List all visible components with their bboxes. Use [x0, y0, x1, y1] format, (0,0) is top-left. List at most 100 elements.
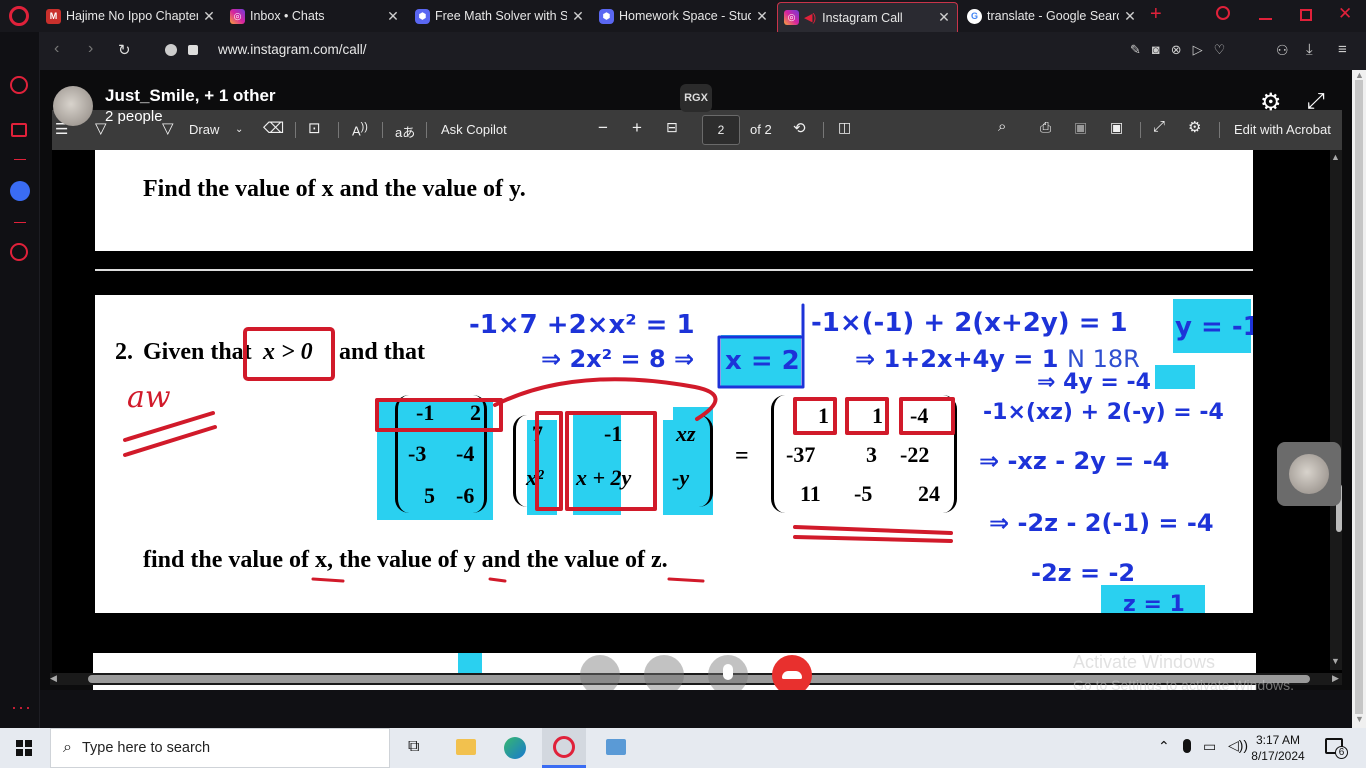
minimize-icon[interactable] [1259, 18, 1272, 20]
page-view-icon[interactable]: ◫ [838, 119, 851, 136]
close-icon[interactable]: ✕ [755, 8, 769, 25]
edit-with-acrobat-button[interactable]: Edit with Acrobat [1234, 122, 1331, 137]
eraser-icon[interactable]: ⌫ [263, 119, 284, 137]
draw-icon[interactable]: ▽ [162, 119, 174, 137]
tab-instagram-call[interactable]: ◎ ◀) Instagram Call ✕ [777, 2, 958, 32]
microphone-tray-icon[interactable] [1183, 739, 1191, 753]
history-icon[interactable] [10, 243, 28, 261]
expand-icon[interactable]: ⤢ [1307, 88, 1325, 114]
tab-title: translate - Google Search [987, 9, 1119, 23]
vpn-icon[interactable] [165, 44, 177, 56]
translate-icon[interactable]: aあ [395, 122, 415, 141]
close-icon[interactable]: ✕ [202, 8, 216, 25]
zoom-in-icon[interactable]: + [632, 118, 642, 138]
menu-icon[interactable]: ≡ [1338, 41, 1347, 58]
search-tabs-icon[interactable] [1216, 6, 1230, 20]
zoom-out-icon[interactable]: − [598, 118, 608, 138]
settings-icon[interactable]: ⚙ [1188, 118, 1201, 136]
print-icon[interactable]: ⎙ [1040, 119, 1051, 136]
network-icon[interactable]: ▭ [1203, 738, 1216, 755]
restore-icon[interactable] [1300, 9, 1312, 21]
taskbar-search[interactable]: ⌕ Type here to search [50, 728, 390, 768]
scroll-up-icon[interactable]: ▲ [1355, 70, 1364, 80]
more-icon[interactable]: ··· [11, 697, 32, 718]
back-icon[interactable]: ‹ [54, 40, 59, 58]
download-icon[interactable]: ⤓ [1306, 41, 1313, 58]
close-icon[interactable]: ✕ [386, 8, 400, 25]
rotate-icon[interactable]: ⟲ [793, 119, 806, 137]
forward-icon[interactable]: › [88, 40, 93, 58]
chevron-down-icon[interactable]: ⌄ [235, 124, 243, 135]
tab-title: Hajime No Ippo Chapter [66, 9, 198, 23]
edge-icon[interactable] [504, 737, 526, 759]
activate-windows-subtitle: Go to Settings to activate Windows. [1073, 677, 1294, 690]
search-icon[interactable]: ⌕ [998, 118, 1006, 135]
url-field[interactable]: www.instagram.com/call/ [218, 42, 367, 57]
clock-date: 8/17/2024 [1251, 749, 1305, 763]
tab-translate[interactable]: G translate - Google Search ✕ [967, 4, 1137, 28]
divider [295, 122, 296, 138]
heart-icon[interactable]: ♡ [1214, 42, 1237, 57]
participant-count[interactable]: 2 people [105, 108, 163, 125]
tab-homework[interactable]: ⬢ Homework Space - Stud ✕ [599, 4, 769, 28]
google-icon: G [967, 8, 982, 24]
instagram-icon: ◎ [230, 8, 245, 24]
scroll-up-icon[interactable]: ▲ [1331, 152, 1340, 162]
save-as-icon[interactable]: ▣ [1110, 119, 1123, 136]
self-avatar [1289, 454, 1329, 494]
new-tab-button[interactable]: + [1150, 3, 1162, 26]
end-call-button[interactable] [772, 655, 812, 690]
lock-icon[interactable] [188, 45, 198, 55]
tab-math-solver[interactable]: ⬢ Free Math Solver with St ✕ [415, 4, 585, 28]
screen-share-button[interactable] [580, 655, 620, 690]
app-icon[interactable] [606, 739, 626, 755]
opera-taskbar-icon[interactable] [542, 728, 586, 768]
text-box-icon[interactable]: ⊡ [308, 119, 321, 137]
page-number-input[interactable]: 2 [702, 115, 740, 145]
close-window-icon[interactable]: ✕ [1338, 4, 1352, 24]
close-icon[interactable]: ✕ [1123, 8, 1137, 25]
speaker-icon[interactable]: ◀) [804, 11, 816, 24]
notifications-button[interactable]: 6 [1325, 738, 1348, 759]
block-icon[interactable]: ⊗ [1171, 42, 1193, 57]
windows-start-icon[interactable] [16, 740, 32, 756]
instagram-icon: ◎ [784, 10, 799, 25]
fullscreen-icon[interactable]: ⤢ [1153, 118, 1165, 135]
fit-page-icon[interactable]: ⊟ [666, 119, 678, 136]
caller-avatar[interactable] [53, 86, 93, 126]
tab-hajime[interactable]: M Hajime No Ippo Chapter ✕ [46, 4, 216, 28]
edit-icon[interactable]: ✎ [1130, 42, 1152, 57]
save-icon[interactable]: ▣ [1074, 119, 1087, 136]
scroll-right-icon[interactable]: ▶ [1332, 673, 1339, 684]
task-view-icon[interactable]: ⧉ [408, 738, 419, 756]
bag-icon[interactable] [11, 123, 27, 137]
scrollbar-thumb[interactable] [1355, 80, 1363, 714]
send-icon[interactable]: ▷ [1193, 42, 1214, 57]
show-hidden-icons[interactable]: ⌃ [1158, 738, 1170, 755]
vertical-scrollbar[interactable]: ▲ ▼ [1330, 150, 1342, 670]
taskbar-clock[interactable]: 3:17 AM 8/17/2024 [1248, 732, 1308, 764]
speed-dial-icon[interactable] [10, 76, 28, 94]
call-view: ☰ ▽ ▽ Draw ⌄ ⌫ ⊡ A)) aあ Ask Copilot − + … [40, 70, 1352, 690]
self-video-preview[interactable] [1277, 442, 1341, 506]
draw-button[interactable]: Draw [189, 122, 219, 137]
volume-icon[interactable]: ◁)) [1228, 737, 1248, 754]
microphone-button[interactable] [708, 655, 748, 690]
profile-icon[interactable]: ⚇ [1276, 42, 1289, 59]
scroll-down-icon[interactable]: ▼ [1355, 714, 1364, 724]
close-icon[interactable]: ✕ [937, 9, 951, 26]
file-explorer-icon[interactable] [456, 739, 476, 755]
scroll-down-icon[interactable]: ▼ [1331, 656, 1340, 666]
reload-icon[interactable]: ↻ [118, 41, 131, 59]
opera-logo-icon[interactable] [9, 6, 29, 26]
video-off-button[interactable] [644, 655, 684, 690]
settings-icon[interactable]: ⚙ [1260, 88, 1282, 117]
ask-copilot-button[interactable]: Ask Copilot [441, 122, 507, 137]
scroll-left-icon[interactable]: ◀ [50, 673, 57, 684]
close-icon[interactable]: ✕ [571, 8, 585, 25]
camera-icon[interactable]: ◙ [1152, 42, 1171, 57]
tab-inbox[interactable]: ◎ Inbox • Chats ✕ [230, 4, 400, 28]
messenger-icon[interactable] [10, 181, 30, 201]
page-scroll-strip[interactable]: ▲ ▼ [1352, 70, 1366, 728]
read-aloud-icon[interactable]: A)) [352, 121, 368, 138]
